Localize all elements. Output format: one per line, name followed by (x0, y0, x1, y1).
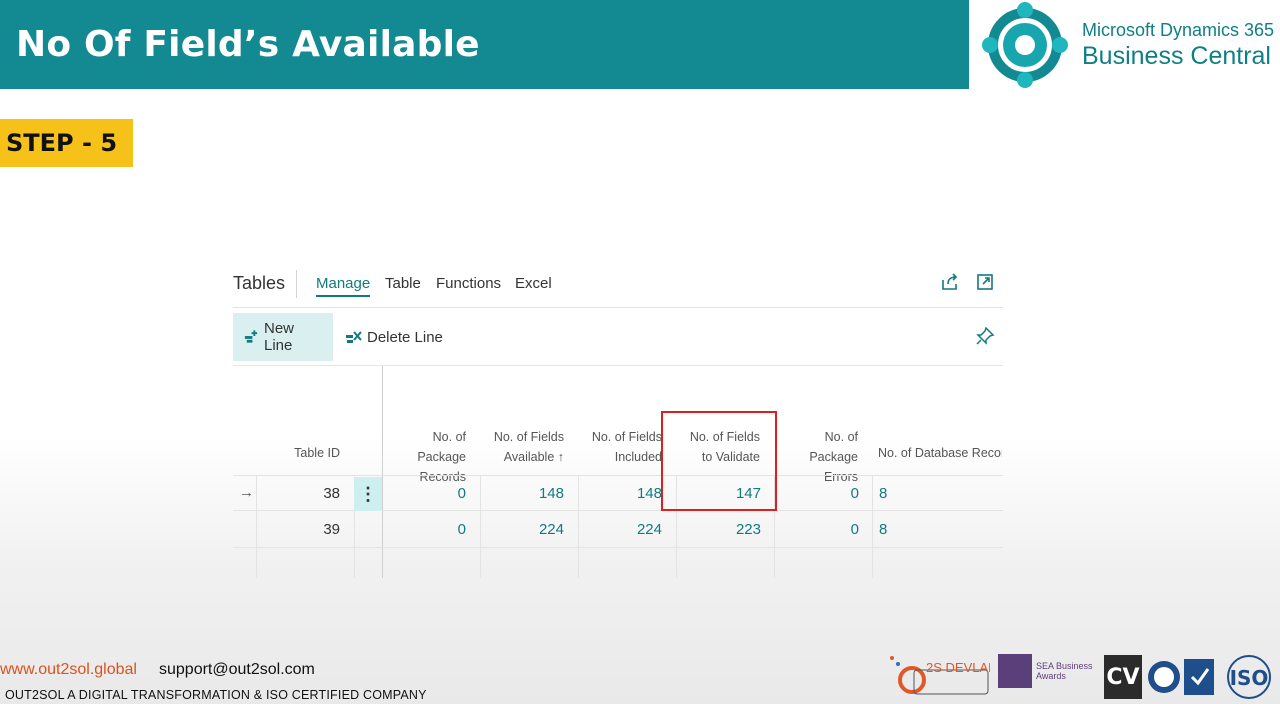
iso-globe-icon: ISO (1227, 655, 1271, 699)
line-actions: New Line Delete Line (233, 308, 1003, 366)
step-badge: STEP - 5 (0, 119, 133, 167)
page-title: Tables (233, 273, 286, 293)
header-fields-available[interactable]: No. of Fields Available ↑ (481, 427, 564, 467)
cell-fields-included: 224 (636, 521, 662, 538)
cv-logo: CV (1104, 655, 1142, 699)
devlab-logo-icon: 2S DEVLAB (890, 656, 997, 695)
iso-logo: ISO (1220, 654, 1278, 700)
cell-database-records: 8 (879, 485, 888, 502)
cert-logos (1146, 655, 1218, 699)
cell-fields-available: 148 (538, 485, 564, 502)
cell-fields-included: 148 (636, 485, 662, 502)
expand-icon[interactable] (975, 272, 995, 292)
cell-fields-to-validate: 223 (735, 521, 761, 538)
slide-title: No Of Field’s Available (16, 24, 480, 65)
step-label: STEP - 5 (6, 129, 118, 157)
pin-icon[interactable] (975, 326, 995, 346)
tab-table[interactable]: Table (385, 275, 421, 292)
award-logo: SEA Business Awards (998, 654, 1098, 688)
new-line-label: New Line (263, 320, 294, 354)
cell-table-id: 38 (323, 485, 340, 502)
row-arrow-icon: → (239, 484, 254, 501)
company-tagline: OUT2SOL A DIGITAL TRANSFORMATION & ISO C… (5, 688, 427, 702)
cell-package-records: 0 (457, 521, 466, 538)
header-fields-included[interactable]: No. of Fields Included (579, 427, 662, 467)
share-icon[interactable] (940, 272, 960, 292)
header-fields-to-validate[interactable]: No. of Fields to Validate (677, 427, 760, 467)
tab-manage[interactable]: Manage (316, 275, 371, 297)
cell-table-id: 39 (323, 521, 340, 538)
support-email[interactable]: support@out2sol.com (159, 661, 315, 679)
delete-line-label: Delete Line (367, 328, 443, 346)
cell-package-errors: 0 (850, 521, 859, 538)
cell-package-errors: 0 (850, 485, 859, 502)
action-bar: Tables Manage Table Functions Excel (233, 262, 1003, 308)
dynamics-logo-icon (982, 1, 1068, 88)
header-banner: No Of Field’s Available (0, 0, 969, 89)
certification-badge-icon (1184, 659, 1214, 695)
devlab-logo: 2S DEVLAB (884, 652, 997, 700)
brand: Microsoft Dynamics 365 Business Central (982, 0, 1280, 89)
tab-functions[interactable]: Functions (436, 275, 501, 292)
devlab-text: 2S DEVLAB (926, 660, 990, 675)
cell-package-records: 0 (457, 485, 466, 502)
delete-line-button[interactable]: Delete Line (335, 313, 453, 361)
header-database-records[interactable]: No. of Database Records (878, 443, 1002, 463)
website-link[interactable]: www.out2sol.global (0, 661, 137, 679)
table-row[interactable]: → 38 ⋮ 0 148 148 147 0 8 (233, 475, 1003, 511)
more-options-icon[interactable]: ⋮ (354, 477, 382, 511)
cell-fields-to-validate: 147 (735, 485, 761, 502)
iso-text: ISO (1230, 666, 1269, 690)
delete-line-icon (346, 331, 362, 343)
cell-database-records: 8 (879, 521, 888, 538)
cell-fields-available: 224 (538, 521, 564, 538)
header-table-id[interactable]: Table ID (256, 443, 340, 463)
new-line-button[interactable]: New Line (233, 313, 333, 361)
brand-line-2: Business Central (1082, 41, 1271, 70)
table-row[interactable]: 39 0 224 224 223 0 8 (233, 512, 1003, 548)
new-line-icon (244, 330, 258, 343)
tab-excel[interactable]: Excel (515, 275, 552, 292)
brand-line-1: Microsoft Dynamics 365 (1082, 19, 1275, 40)
certification-seal-icon (1148, 661, 1180, 693)
